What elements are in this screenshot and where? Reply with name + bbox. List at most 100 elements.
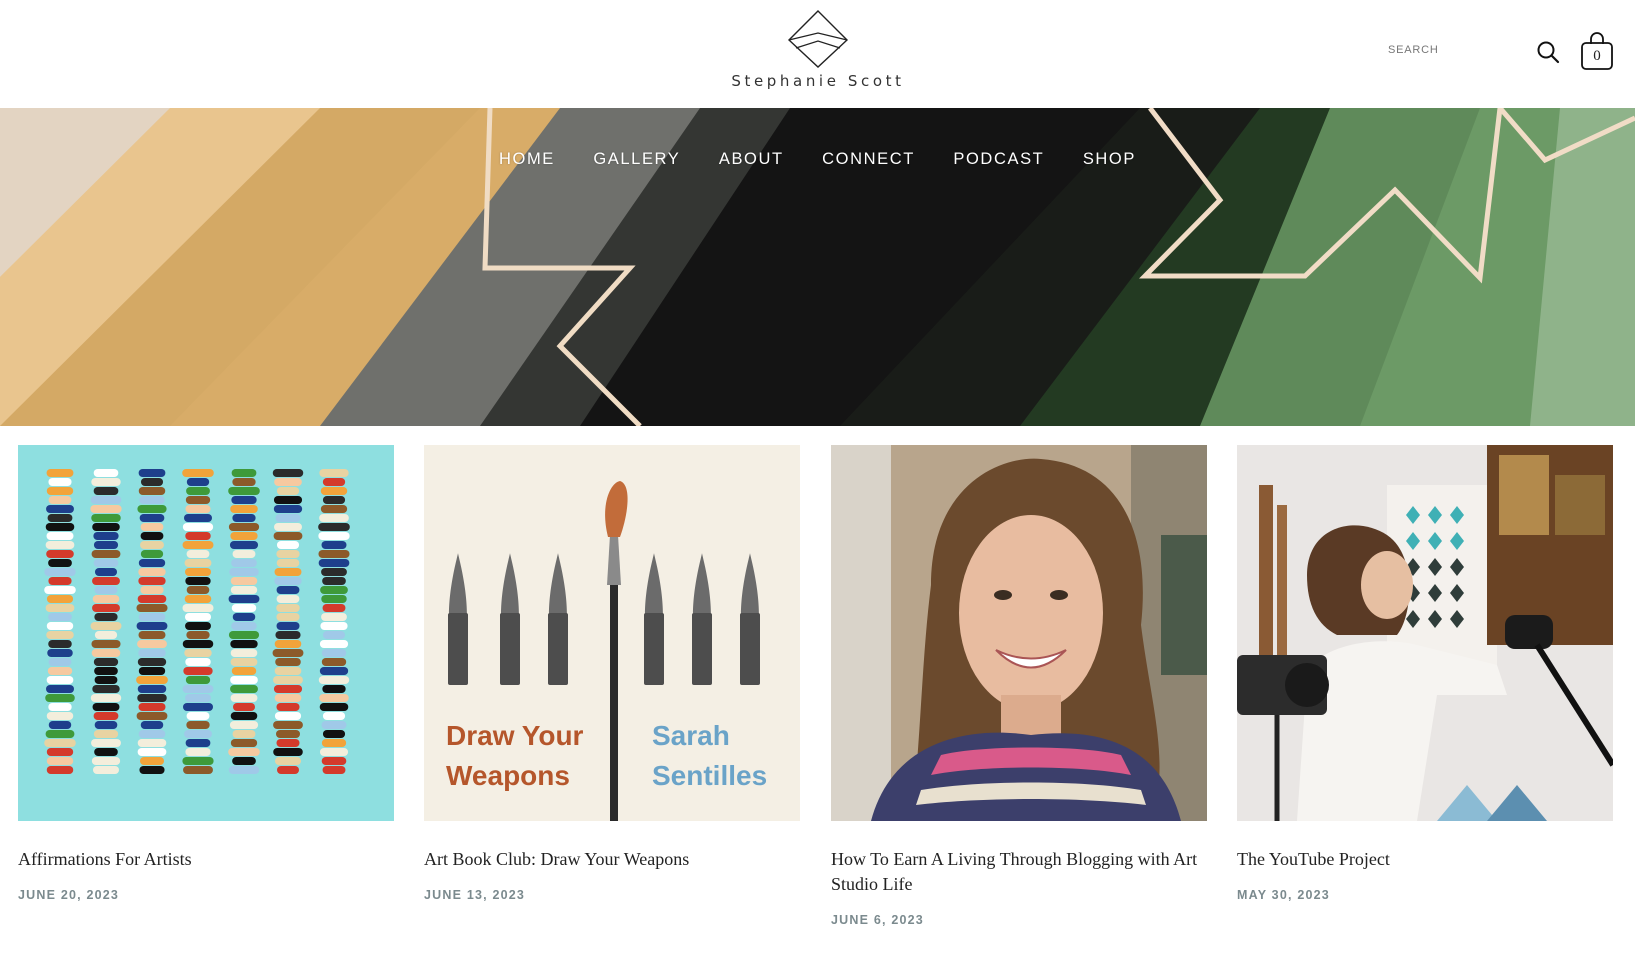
paint-dab bbox=[44, 586, 76, 594]
paint-dab bbox=[136, 676, 168, 684]
paint-dab bbox=[93, 532, 119, 540]
paint-dab bbox=[182, 604, 214, 612]
paint-dab bbox=[48, 658, 72, 666]
paint-dab bbox=[48, 613, 72, 621]
paint-dab bbox=[46, 595, 74, 603]
paint-dab bbox=[276, 586, 300, 594]
post-thumbnail[interactable] bbox=[18, 445, 394, 821]
nav-gallery[interactable]: GALLERY bbox=[593, 150, 680, 169]
nav-connect[interactable]: CONNECT bbox=[822, 150, 915, 169]
post-thumbnail[interactable] bbox=[1237, 445, 1613, 821]
paint-dab bbox=[322, 496, 346, 504]
nav-about[interactable]: ABOUT bbox=[719, 150, 784, 169]
paint-dab bbox=[45, 694, 75, 702]
paint-dab bbox=[137, 505, 167, 513]
paint-dab bbox=[137, 739, 167, 747]
post-title[interactable]: Art Book Club: Draw Your Weapons bbox=[424, 847, 800, 872]
book-cover-image: Draw Your Weapons Sarah Sentilles bbox=[424, 445, 800, 821]
paint-dab bbox=[231, 667, 257, 675]
paint-dab bbox=[185, 505, 211, 513]
paint-dab bbox=[228, 748, 260, 756]
paint-dab bbox=[273, 748, 303, 756]
paint-dab bbox=[231, 559, 257, 567]
search-label[interactable]: SEARCH bbox=[1388, 44, 1439, 56]
paint-dab bbox=[92, 604, 120, 612]
paint-dab bbox=[46, 748, 74, 756]
paint-dab bbox=[93, 469, 119, 477]
post-title[interactable]: How To Earn A Living Through Blogging wi… bbox=[831, 847, 1207, 897]
paint-dab bbox=[48, 640, 72, 648]
paint-dab bbox=[275, 658, 301, 666]
paint-dab bbox=[182, 685, 214, 693]
paint-dab bbox=[46, 712, 74, 720]
paint-dab bbox=[319, 514, 349, 522]
paint-dab bbox=[93, 712, 119, 720]
paint-dab bbox=[274, 478, 302, 486]
post-thumbnail[interactable]: Draw Your Weapons Sarah Sentilles bbox=[424, 445, 800, 821]
paint-dab bbox=[137, 658, 167, 666]
paint-dab bbox=[228, 631, 260, 639]
paint-dab bbox=[276, 613, 300, 621]
paint-dab bbox=[230, 586, 258, 594]
paint-dab bbox=[321, 721, 347, 729]
paint-dab bbox=[230, 658, 258, 666]
paint-dab bbox=[273, 496, 303, 504]
paint-dab bbox=[185, 532, 211, 540]
paint-dab bbox=[232, 730, 256, 738]
post-card: Draw Your Weapons Sarah Sentilles Art Bo… bbox=[424, 445, 800, 902]
paint-dab bbox=[45, 730, 75, 738]
bullet-casing bbox=[740, 613, 760, 685]
paint-dab bbox=[46, 676, 74, 684]
paint-dab bbox=[139, 496, 165, 504]
paint-dab bbox=[186, 712, 210, 720]
paint-dab bbox=[185, 739, 211, 747]
paint-dab bbox=[321, 595, 347, 603]
paint-dab bbox=[45, 541, 75, 549]
paint-dab bbox=[276, 703, 300, 711]
search-button[interactable] bbox=[1536, 40, 1560, 64]
paint-dab bbox=[91, 550, 121, 558]
main-nav: HOME GALLERY ABOUT CONNECT PODCAST SHOP bbox=[0, 150, 1635, 169]
paint-dab bbox=[92, 703, 120, 711]
paint-dab bbox=[94, 613, 118, 621]
paint-dab bbox=[185, 676, 211, 684]
post-title[interactable]: Affirmations For Artists bbox=[18, 847, 394, 872]
nav-shop[interactable]: SHOP bbox=[1083, 150, 1136, 169]
paint-dab bbox=[273, 505, 303, 513]
paint-dab bbox=[138, 469, 166, 477]
paint-dab bbox=[319, 640, 349, 648]
paint-dab bbox=[273, 721, 303, 729]
post-thumbnail[interactable] bbox=[831, 445, 1207, 821]
paint-dab bbox=[90, 496, 122, 504]
paint-dab bbox=[185, 658, 211, 666]
site-logo[interactable]: Stephanie Scott bbox=[728, 8, 908, 98]
paint-dab bbox=[92, 766, 120, 774]
paint-dab bbox=[232, 514, 256, 522]
paint-dab bbox=[320, 586, 348, 594]
paint-dab bbox=[321, 757, 347, 765]
paint-dab bbox=[272, 469, 304, 477]
paint-dab bbox=[138, 631, 166, 639]
nav-podcast[interactable]: PODCAST bbox=[953, 150, 1044, 169]
paint-dab bbox=[318, 676, 350, 684]
paint-dab bbox=[47, 514, 73, 522]
paint-dab bbox=[184, 559, 212, 567]
paint-dab bbox=[138, 649, 166, 657]
paint-dab bbox=[231, 469, 257, 477]
paint-dab bbox=[93, 730, 119, 738]
paint-dab bbox=[232, 550, 256, 558]
portrait-photo bbox=[831, 445, 1207, 821]
nav-home[interactable]: HOME bbox=[499, 150, 555, 169]
paint-dab bbox=[91, 649, 121, 657]
paint-dab bbox=[48, 496, 72, 504]
paint-dab bbox=[93, 658, 119, 666]
paint-dab bbox=[140, 523, 164, 531]
post-title[interactable]: The YouTube Project bbox=[1237, 847, 1613, 872]
paint-dab bbox=[320, 487, 348, 495]
post-date: JUNE 6, 2023 bbox=[831, 913, 924, 927]
cover-text-right-1: Sarah bbox=[652, 720, 730, 751]
cart-button[interactable]: 0 bbox=[1580, 30, 1614, 72]
artist-studio-photo bbox=[1237, 445, 1613, 821]
paint-dab bbox=[92, 685, 120, 693]
paint-dab bbox=[44, 568, 76, 576]
